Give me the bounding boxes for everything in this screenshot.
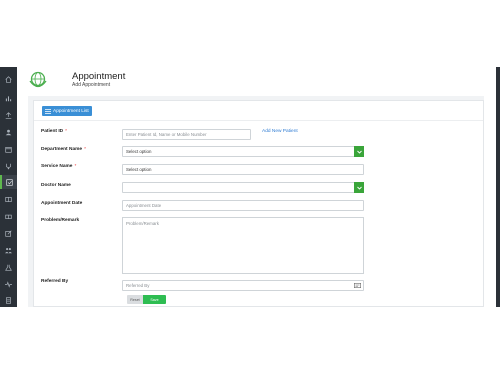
heartbeat-icon [5, 280, 12, 288]
sidebar-item-doctors[interactable] [0, 159, 17, 173]
appointment-list-button[interactable]: Appointment List [42, 106, 92, 116]
users-icon [5, 247, 12, 253]
problem-remark-label: Problem/Remark [41, 218, 80, 223]
page-title: Appointment [72, 71, 126, 82]
reset-option[interactable]: Reset [127, 295, 143, 304]
referred-by-label: Referred By [41, 279, 69, 284]
user-icon [5, 129, 12, 135]
page-subtitle: Add Appointment [72, 82, 111, 88]
bar-chart-icon [5, 95, 12, 101]
sidebar-item-notes[interactable] [0, 226, 17, 240]
appointment-date-label: Appointment Date [41, 201, 83, 206]
department-label: Department Name * [41, 147, 86, 152]
sidebar-item-lab[interactable] [0, 260, 17, 274]
app-frame: Appointment Add Appointment Appointment … [0, 67, 500, 307]
sidebar-item-calendar[interactable] [0, 142, 17, 156]
chevron-down-icon [354, 182, 364, 193]
department-select[interactable]: Select option [122, 146, 364, 157]
patient-id-label: Patient ID * [41, 129, 67, 134]
sidebar-item-staff[interactable] [0, 243, 17, 257]
sidebar-item-home[interactable] [0, 72, 17, 86]
flask-icon [5, 264, 12, 271]
save-toggle[interactable]: Reset Save [127, 295, 166, 304]
add-new-patient-link[interactable]: Add New Patient [262, 129, 298, 134]
patient-id-input[interactable]: Enter Patient Id, Name or Mobile Number [122, 129, 251, 140]
sidebar-item-patients[interactable] [0, 125, 17, 139]
sidebar-item-records[interactable] [0, 192, 17, 206]
doctor-label: Doctor Name [41, 183, 71, 188]
appointment-list-label: Appointment List [53, 108, 89, 114]
id-card-icon [354, 283, 361, 288]
sidebar [0, 67, 17, 307]
edit-icon [5, 229, 12, 237]
list-icon [45, 108, 51, 114]
doctor-select[interactable] [122, 182, 364, 193]
sidebar-item-vitals[interactable] [0, 277, 17, 291]
problem-remark-textarea[interactable]: Problem/Remark [122, 217, 364, 274]
appointment-form-card: Appointment List Patient ID * Enter Patie… [33, 100, 484, 307]
service-select[interactable]: Select option [122, 164, 364, 175]
book-icon [5, 196, 12, 202]
sidebar-item-upload[interactable] [0, 108, 17, 122]
globe-logo-icon [29, 71, 47, 88]
chevron-down-icon [354, 146, 364, 157]
appointment-icon [6, 178, 13, 186]
sidebar-item-documents[interactable] [0, 293, 17, 307]
appointment-date-input[interactable]: Appointment Date [122, 200, 364, 211]
document-icon [6, 296, 11, 304]
right-edge-bar [496, 67, 500, 307]
sidebar-item-beds[interactable] [0, 209, 17, 223]
sidebar-item-appointment[interactable] [0, 175, 17, 189]
content-area: Appointment List Patient ID * Enter Patie… [28, 96, 484, 307]
save-option[interactable]: Save [143, 295, 166, 304]
stethoscope-icon [6, 163, 11, 169]
bed-icon [5, 214, 12, 219]
divider [34, 120, 483, 121]
service-label: Service Name * [41, 164, 77, 169]
home-icon [5, 75, 12, 83]
upload-icon [5, 111, 12, 119]
page-header: Appointment Add Appointment [17, 67, 496, 95]
calendar-icon [5, 146, 12, 153]
sidebar-item-reports[interactable] [0, 91, 17, 105]
referred-by-input[interactable]: Referred By [122, 280, 364, 291]
